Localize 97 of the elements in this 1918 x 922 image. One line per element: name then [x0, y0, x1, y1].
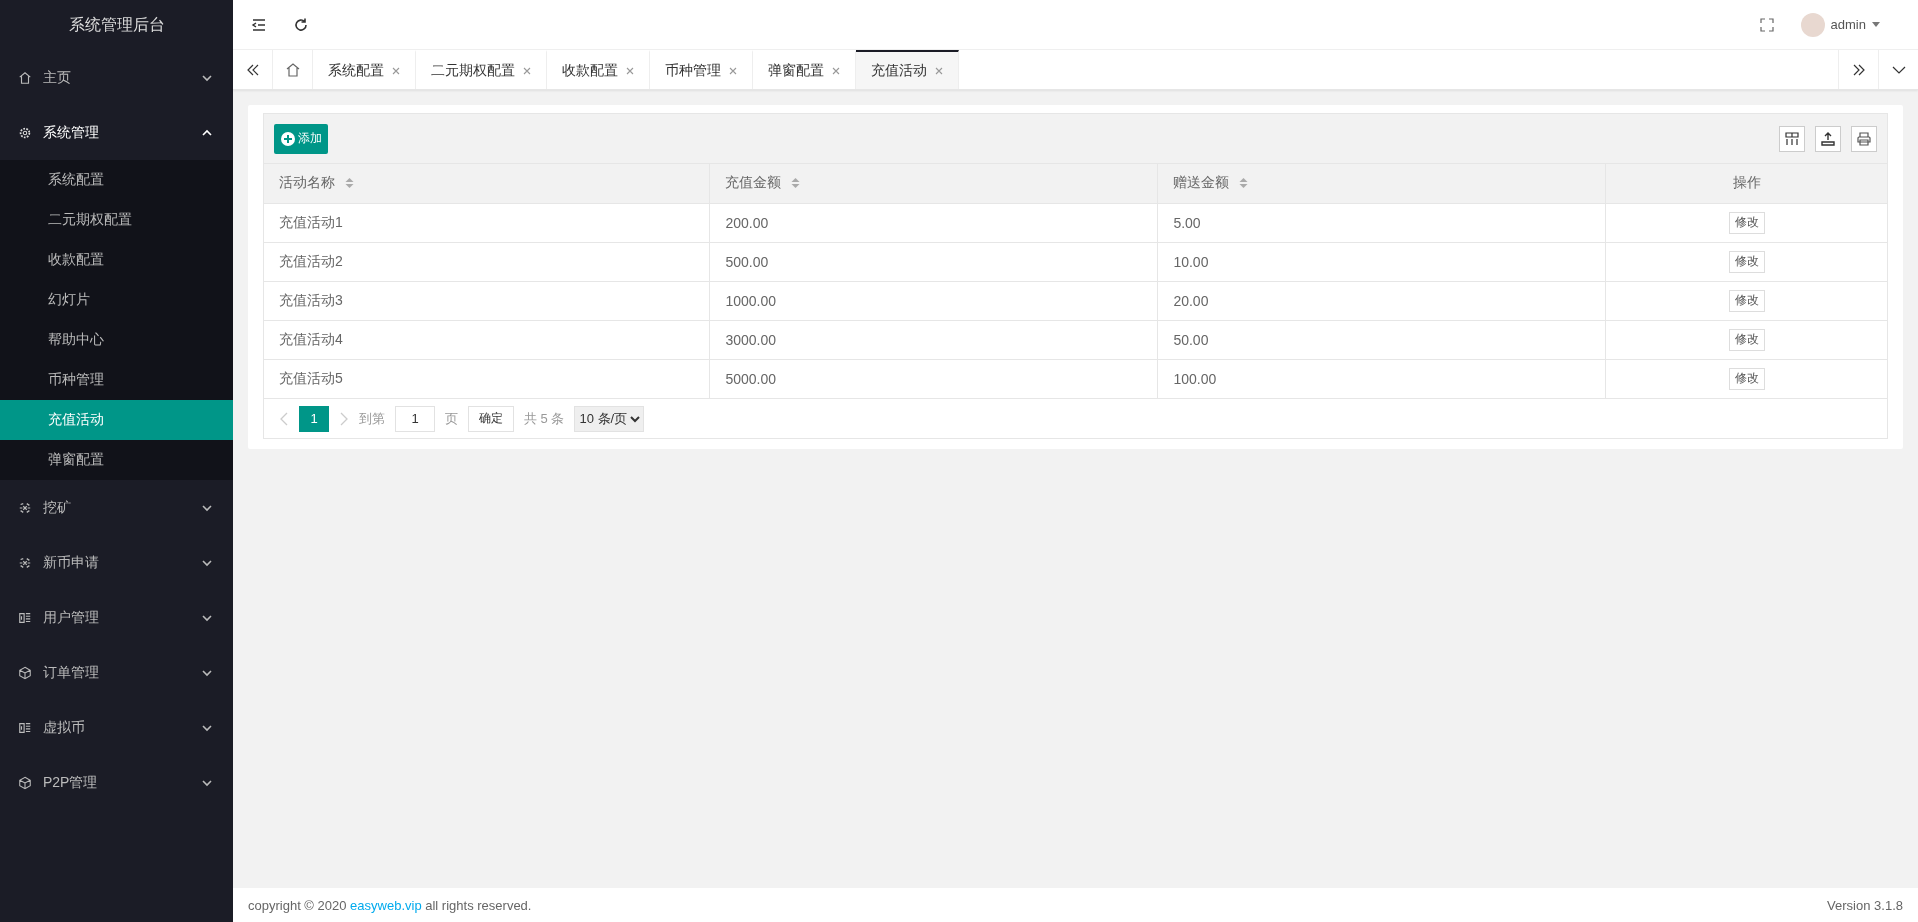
tab[interactable]: 系统配置: [313, 50, 416, 89]
menu-item[interactable]: 充值活动: [0, 400, 233, 440]
sort-icon: [1239, 177, 1249, 190]
menu-item[interactable]: 收款配置: [0, 240, 233, 280]
home-icon: [284, 61, 301, 78]
export-icon: [1820, 130, 1836, 147]
close-icon: [523, 66, 531, 75]
close-icon: [832, 66, 840, 75]
sort-icon: [791, 177, 801, 190]
table-cell: 充值活动1: [264, 203, 710, 242]
chevron-icon: [201, 613, 213, 622]
panel-icon: [18, 720, 32, 735]
confirm-button[interactable]: 确定: [468, 405, 514, 432]
close-icon: [729, 66, 737, 75]
menu-item[interactable]: 帮助中心: [0, 320, 233, 360]
previous-icon: [279, 411, 289, 426]
tab[interactable]: 二元期权配置: [416, 50, 547, 89]
menu-item[interactable]: 弹窗配置: [0, 440, 233, 480]
table-cell: 10.00: [1157, 242, 1606, 281]
columns-button[interactable]: [1779, 125, 1805, 152]
next-icon: [339, 411, 349, 426]
table-cell: 100.00: [1157, 359, 1606, 398]
table-cell: 充值活动2: [264, 242, 710, 281]
bug-icon: [18, 555, 32, 570]
bug-icon: [18, 500, 32, 515]
page-button[interactable]: 1: [299, 405, 329, 432]
edit-button[interactable]: 修改: [1728, 250, 1765, 273]
cube-icon: [18, 775, 32, 790]
chevron-icon: [201, 558, 213, 567]
chevron-icon: [201, 778, 213, 787]
table-cell: 200.00: [709, 203, 1158, 242]
table-cell: 50.00: [1157, 320, 1606, 359]
username[interactable]: admin: [1830, 17, 1866, 32]
menu-group[interactable]: 虚拟币: [0, 700, 233, 755]
table-cell: 充值活动5: [264, 359, 710, 398]
refresh-icon: [293, 16, 309, 33]
fullscreen-icon: [1758, 16, 1775, 33]
copyright-text: copyright © 2020 easyweb.vip all rights reserved.: [248, 897, 532, 913]
table-cell: 3000.00: [709, 320, 1158, 359]
close-icon: [626, 66, 634, 75]
panel-icon: [18, 610, 32, 625]
menu-group[interactable]: 新币申请: [0, 535, 233, 590]
menu-group[interactable]: 用户管理: [0, 590, 233, 645]
tab[interactable]: 收款配置: [547, 50, 650, 89]
menu-group[interactable]: P2P管理: [0, 755, 233, 810]
menu-group[interactable]: 系统管理: [0, 105, 233, 160]
column-header-label: 赠送金额: [1173, 174, 1230, 193]
home-icon: [18, 70, 32, 85]
menu-icon: [251, 16, 267, 33]
table-cell: 5000.00: [709, 359, 1158, 398]
page-size-select[interactable]: 10 条/页: [574, 405, 645, 432]
menu-group[interactable]: 挖矿: [0, 480, 233, 535]
menu-item[interactable]: 二元期权配置: [0, 200, 233, 240]
close-icon: [392, 66, 400, 75]
chevron-icon: [201, 128, 213, 137]
table-cell: 充值活动3: [264, 281, 710, 320]
cube-icon: [18, 665, 32, 680]
menu-item[interactable]: 幻灯片: [0, 280, 233, 320]
chevron-icon: [201, 723, 213, 732]
menu-item[interactable]: 币种管理: [0, 360, 233, 400]
column-header: 操作: [1605, 164, 1887, 203]
menu-item[interactable]: 系统配置: [0, 160, 233, 200]
goto-label: 到第: [359, 409, 385, 428]
table-cell: 5.00: [1157, 203, 1606, 242]
columns-icon: [1784, 130, 1800, 147]
chevron-icon: [201, 668, 213, 677]
column-header-label: 充值金额: [725, 174, 782, 193]
page-input[interactable]: 1: [395, 405, 435, 432]
table-cell: 充值活动4: [264, 320, 710, 359]
column-header-label: 活动名称: [279, 174, 335, 193]
sidebar-title: 系统管理后台: [67, 14, 166, 35]
table-cell: 20.00: [1157, 281, 1606, 320]
page-unit-label: 页: [445, 409, 458, 428]
chevron-icon: [201, 503, 213, 512]
print-icon: [1856, 130, 1872, 147]
menu-group[interactable]: 主页: [0, 50, 233, 105]
table-cell: 1000.00: [709, 281, 1158, 320]
sort-icon: [345, 177, 354, 190]
gear-icon: [18, 125, 32, 140]
caret-icon: [1872, 22, 1880, 27]
avatar[interactable]: [1800, 12, 1825, 37]
chevron-icon: [201, 73, 213, 82]
edit-button[interactable]: 修改: [1728, 328, 1765, 351]
tab[interactable]: 充值活动: [856, 50, 959, 89]
close-icon: [935, 66, 943, 75]
plus-icon: [280, 130, 296, 147]
tab[interactable]: 币种管理: [650, 50, 753, 89]
total-count: 共 5 条: [524, 409, 565, 428]
print-button[interactable]: [1851, 125, 1877, 152]
version-text: Version 3.1.8: [1827, 897, 1903, 913]
edit-button[interactable]: 修改: [1728, 367, 1765, 390]
edit-button[interactable]: 修改: [1728, 211, 1765, 234]
add-button[interactable]: 添加: [274, 123, 328, 154]
table-cell: 500.00: [709, 242, 1158, 281]
export-button[interactable]: [1815, 125, 1841, 152]
menu-group[interactable]: 订单管理: [0, 645, 233, 700]
edit-button[interactable]: 修改: [1728, 289, 1765, 312]
